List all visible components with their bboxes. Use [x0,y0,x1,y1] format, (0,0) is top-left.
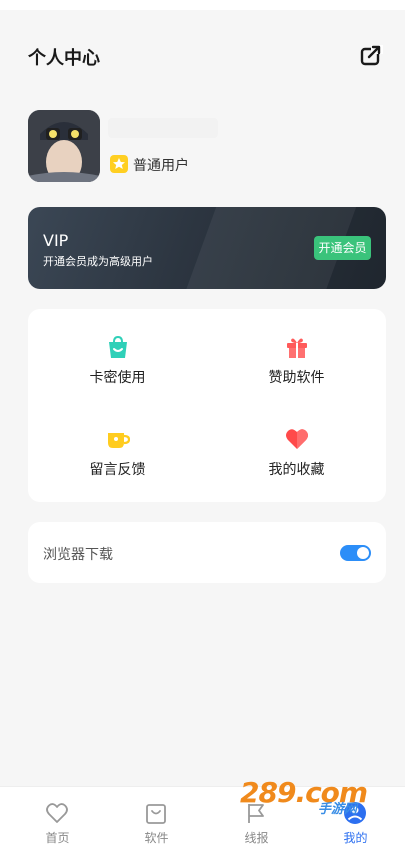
avatar[interactable] [28,110,100,182]
menu-item-card-code[interactable]: 卡密使用 [28,309,207,399]
page-header: 个人中心 [0,38,405,74]
menu-item-label: 留言反馈 [89,462,146,478]
site-watermark: 289.com 手游网 [240,776,380,818]
menu-item-favorites[interactable]: 我的收藏 [207,401,386,491]
menu-item-label: 赞助软件 [268,370,325,386]
tab-label: 我的 [343,831,368,845]
level-badge-icon [110,155,128,173]
feature-grid: 卡密使用 赞助软件 留言反馈 我的收藏 [28,309,386,502]
page-title: 个人中心 [28,48,100,69]
gift-icon [285,335,309,359]
vip-title: VIP [43,231,69,250]
bag-icon [106,335,130,359]
tab-label: 首页 [45,831,70,845]
tab-home[interactable]: 首页 [7,787,108,856]
tab-software[interactable]: 软件 [106,787,207,856]
toggle-knob [357,547,369,559]
heart-icon [285,427,309,451]
watermark-subtext: 手游网 [318,802,358,817]
menu-item-label: 我的收藏 [268,462,325,478]
menu-item-sponsor[interactable]: 赞助软件 [207,309,386,399]
browser-download-label: 浏览器下载 [43,547,113,563]
vip-subtitle: 开通会员成为高级用户 [43,255,153,268]
browser-download-toggle[interactable] [340,545,371,561]
bag-outline-icon [144,801,168,825]
heart-outline-icon [45,801,69,825]
vip-card[interactable]: VIP 开通会员成为高级用户 开通会员 [28,207,386,289]
username-placeholder [108,118,218,138]
tab-label: 软件 [144,831,169,845]
user-level-text: 普通用户 [133,158,189,174]
browser-download-setting: 浏览器下载 [28,522,386,583]
menu-item-feedback[interactable]: 留言反馈 [28,401,207,491]
open-vip-button[interactable]: 开通会员 [314,236,371,260]
status-bar-area [0,0,405,10]
profile-section: 普通用户 [28,110,388,184]
menu-item-label: 卡密使用 [89,370,146,386]
tab-label: 线报 [244,831,269,845]
cup-icon [106,427,131,451]
share-icon[interactable] [358,42,384,68]
